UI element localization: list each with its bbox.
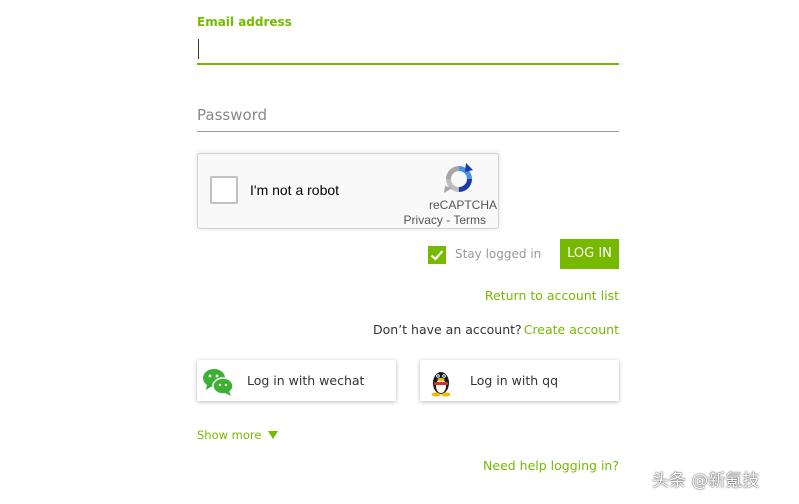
checkmark-icon [430,250,444,261]
no-account-text: Don’t have an account? [373,322,522,337]
recaptcha-label: I'm not a robot [250,182,340,198]
qq-login-button[interactable]: Log in with qq [420,360,619,401]
create-account-link[interactable]: Create account [524,322,619,337]
need-help-link[interactable]: Need help logging in? [483,458,619,473]
recaptcha-checkbox[interactable] [210,176,238,204]
recaptcha-logo-icon [444,163,473,193]
text-caret [198,39,199,59]
login-button[interactable]: LOG IN [560,239,619,269]
wechat-icon [203,369,234,396]
show-more-label: Show more [197,428,262,442]
wechat-login-label: Log in with wechat [247,373,365,388]
recaptcha-brand: reCAPTCHA [428,198,497,212]
stay-logged-in-label: Stay logged in [455,247,542,261]
email-label: Email address [197,15,292,29]
recaptcha-links[interactable]: Privacy - Terms [404,213,486,227]
password-field[interactable]: Password [197,100,619,132]
qq-login-label: Log in with qq [470,373,559,388]
watermark: 头条 @新氪技 [652,471,760,491]
show-more-toggle[interactable]: Show more [197,428,279,442]
email-field[interactable] [197,35,619,65]
wechat-login-button[interactable]: Log in with wechat [197,360,396,401]
triangle-down-icon [268,431,279,439]
stay-logged-in-checkbox[interactable] [428,246,446,264]
qq-icon [431,372,451,397]
password-placeholder: Password [197,106,268,124]
return-to-account-list-link[interactable]: Return to account list [485,288,619,303]
recaptcha-widget: I'm not a robot reCAPTCHA Privacy - Term… [197,153,499,229]
